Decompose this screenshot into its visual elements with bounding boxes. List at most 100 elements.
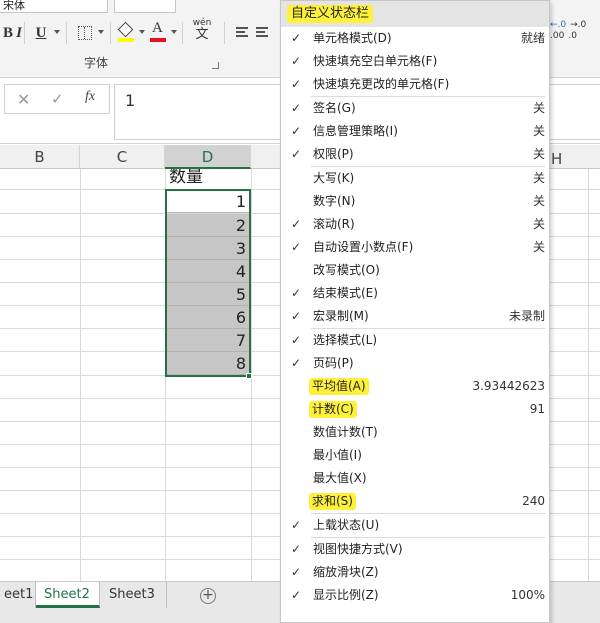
decrease-decimal-icon[interactable]: →.0 [570, 20, 586, 31]
customize-status-bar-menu: 自定义状态栏 ✓ 单元格模式(D) 就绪 ✓ 快速填充空白单元格(F) ✓ 快速填充更改的单… [280, 0, 550, 623]
menu-item[interactable]: ✓ 缩放滑块(Z) [281, 561, 549, 584]
font-color-dropdown-icon[interactable] [171, 30, 177, 34]
align-left-icon[interactable] [236, 27, 248, 37]
menu-item-value: 关 [532, 124, 545, 138]
add-sheet-icon[interactable]: + [200, 588, 216, 604]
menu-item-label: 快速填充空白单元格(F) [313, 54, 438, 68]
check-icon: ✓ [291, 101, 302, 115]
font-color-icon[interactable]: A [150, 20, 166, 44]
fill-color-dropdown-icon[interactable] [139, 30, 145, 34]
menu-item[interactable]: ✓ 宏录制(M) 未录制 [281, 305, 549, 328]
menu-item-value: 91 [529, 402, 545, 416]
decimal-sample-2: .0 [568, 31, 577, 41]
menu-item-label: 计数(C) [309, 401, 357, 418]
menu-item[interactable]: ✓ 快速填充更改的单元格(F) [281, 73, 549, 96]
sheet-tab-sheet1[interactable]: eet1 [0, 582, 36, 608]
menu-item[interactable]: ✓ 上载状态(U) [281, 514, 549, 537]
menu-item[interactable]: ✓ 自动设置小数点(F) 关 [281, 236, 549, 259]
menu-item-label: 最大值(X) [313, 471, 367, 485]
font-name-value: 宋体 [3, 0, 25, 12]
menu-item-value: 关 [532, 101, 545, 115]
sheet-tab-sheet2[interactable]: Sheet2 [36, 582, 100, 608]
column-header-d[interactable]: D [165, 145, 251, 169]
ribbon-divider [66, 22, 67, 44]
menu-item-label: 平均值(A) [309, 378, 369, 395]
menu-item-label: 信息管理策略(I) [313, 124, 398, 138]
menu-item-label: 自动设置小数点(F) [313, 240, 414, 254]
menu-item[interactable]: ✓ 页码(P) [281, 352, 549, 375]
menu-title: 自定义状态栏 [287, 5, 374, 23]
menu-item-value: 关 [532, 194, 545, 208]
check-icon: ✓ [291, 217, 302, 231]
menu-item[interactable]: 数字(N) 关 [281, 190, 549, 213]
check-icon: ✓ [291, 518, 302, 532]
menu-item-label: 上载状态(U) [313, 518, 380, 532]
underline-dropdown-icon[interactable] [54, 30, 60, 34]
font-size-box[interactable] [114, 0, 176, 13]
menu-item-label: 单元格模式(D) [313, 31, 392, 45]
enter-icon[interactable]: ✓ [51, 90, 64, 108]
menu-item[interactable]: ✓ 结束模式(E) [281, 282, 549, 305]
menu-item-value: 关 [532, 147, 545, 161]
menu-item-label: 数值计数(T) [313, 425, 378, 439]
menu-item[interactable]: ✓ 显示比例(Z) 100% [281, 584, 549, 607]
phonetic-guide-icon[interactable]: wén 文 [192, 18, 212, 46]
menu-item-label: 大写(K) [313, 171, 355, 185]
check-icon: ✓ [291, 31, 302, 45]
menu-item[interactable]: 大写(K) 关 [281, 167, 549, 190]
increase-decimal-icon[interactable]: ←.0 [550, 20, 566, 31]
menu-item-value: 100% [510, 588, 545, 602]
ribbon-divider [224, 22, 225, 44]
formula-buttons: ✕ ✓ fx [4, 84, 110, 114]
menu-item-label: 选择模式(L) [313, 333, 378, 347]
menu-item[interactable]: 最小值(I) [281, 444, 549, 467]
menu-item[interactable]: ✓ 视图快捷方式(V) [281, 538, 549, 561]
check-icon: ✓ [291, 54, 302, 68]
menu-item[interactable]: ✓ 信息管理策略(I) 关 [281, 120, 549, 143]
check-icon: ✓ [291, 286, 302, 300]
sheet-tab-sheet3[interactable]: Sheet3 [101, 582, 167, 608]
menu-item-value: 3.93442623 [472, 379, 545, 393]
borders-dropdown-icon[interactable] [98, 30, 104, 34]
menu-item-value: 关 [532, 240, 545, 254]
insert-function-icon[interactable]: fx [85, 89, 95, 105]
menu-item-label: 求和(S) [309, 493, 356, 510]
font-dialog-launcher-icon[interactable] [212, 62, 219, 69]
phonetic-bottom-label: 文 [195, 27, 209, 42]
menu-item-label: 快速填充更改的单元格(F) [313, 77, 450, 91]
menu-item-label: 宏录制(M) [313, 309, 369, 323]
column-header-c[interactable]: C [80, 145, 165, 169]
menu-item[interactable]: 最大值(X) [281, 467, 549, 490]
ribbon-divider [110, 22, 111, 44]
fill-color-icon[interactable] [117, 21, 134, 44]
menu-item-label: 视图快捷方式(V) [313, 542, 403, 556]
borders-icon[interactable] [78, 26, 92, 40]
fill-handle[interactable] [246, 373, 252, 379]
menu-item[interactable]: 求和(S) 240 [281, 490, 549, 513]
menu-item[interactable]: 计数(C) 91 [281, 398, 549, 421]
menu-item[interactable]: ✓ 单元格模式(D) 就绪 [281, 27, 549, 50]
column-header-b[interactable]: B [0, 145, 80, 169]
font-group-label: 字体 [84, 56, 109, 70]
menu-item-label: 滚动(R) [313, 217, 355, 231]
menu-item-label: 数字(N) [313, 194, 356, 208]
font-name-box[interactable]: 宋体 [0, 0, 108, 13]
menu-item[interactable]: ✓ 权限(P) 关 [281, 143, 549, 166]
menu-item-value: 240 [522, 494, 545, 508]
cell-d1-header[interactable]: 数量 [165, 169, 251, 189]
menu-item[interactable]: ✓ 滚动(R) 关 [281, 213, 549, 236]
menu-item-value: 就绪 [520, 31, 545, 45]
check-icon: ✓ [291, 309, 302, 323]
check-icon: ✓ [291, 240, 302, 254]
menu-item[interactable]: ✓ 选择模式(L) [281, 329, 549, 352]
menu-item[interactable]: ✓ 快速填充空白单元格(F) [281, 50, 549, 73]
menu-item[interactable]: 改写模式(O) [281, 259, 549, 282]
cancel-icon[interactable]: ✕ [17, 90, 30, 109]
align-center-icon[interactable] [256, 27, 268, 37]
menu-item[interactable]: 平均值(A) 3.93442623 [281, 375, 549, 398]
menu-item[interactable]: ✓ 签名(G) 关 [281, 97, 549, 120]
underline-button[interactable]: U [34, 22, 48, 44]
menu-item[interactable]: 数值计数(T) [281, 421, 549, 444]
ribbon-divider [182, 22, 183, 44]
italic-button[interactable]: I [13, 22, 25, 44]
